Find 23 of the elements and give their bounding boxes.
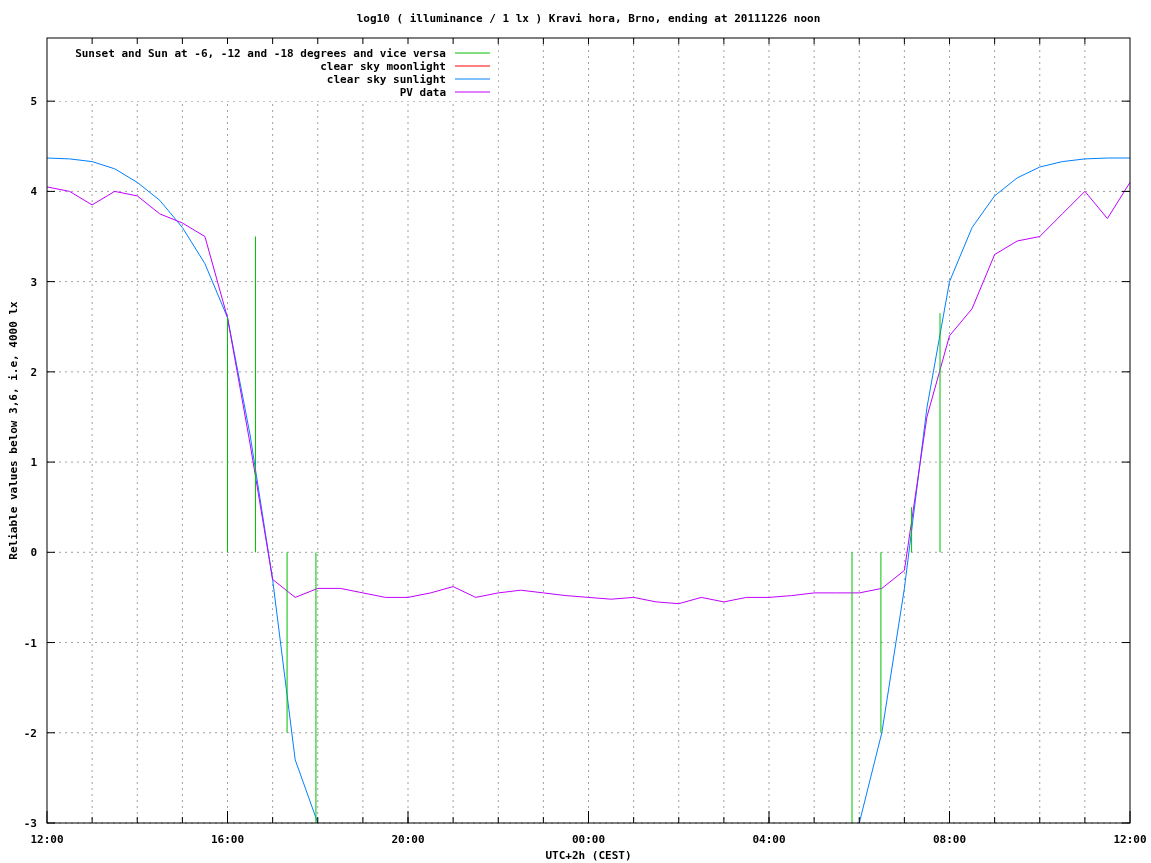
axis-tick-label: 16:00 [210, 833, 245, 846]
axis-tick-label: 12:00 [1113, 833, 1147, 846]
axis-tick-label: 0 [30, 546, 37, 560]
axis-tick-label: 08:00 [932, 833, 967, 846]
y-axis-label: Reliable values below 3,6, i.e, 4000 lx [7, 301, 20, 560]
axis-tick-label: -2 [23, 726, 37, 740]
axis-tick-label: 5 [30, 95, 37, 109]
axis-tick-label: 00:00 [571, 833, 606, 846]
axis-tick-label: 12:00 [30, 833, 64, 846]
axis-tick-label: 2 [30, 365, 37, 379]
axis-tick-label: 04:00 [752, 833, 786, 846]
legend-label: clear sky moonlight [320, 60, 446, 73]
axis-tick-label: -1 [23, 636, 37, 650]
chart-title: log10 ( illuminance / 1 lx ) Kravi hora, Brno, ending at 20111226 noon [356, 12, 821, 25]
axis-tick-label: 3 [30, 275, 37, 289]
axis-tick-label: 4 [30, 185, 37, 199]
legend-label: Sunset and Sun at -6, -12 and -18 degrees and vice versa [75, 47, 446, 60]
legend-label: clear sky sunlight [326, 73, 446, 86]
x-axis-label: UTC+2h (CEST) [545, 849, 632, 862]
legend-label: PV data [399, 86, 446, 99]
axis-tick-label: 1 [30, 456, 37, 470]
axis-tick-label: 20:00 [391, 833, 425, 846]
axis-tick-label: -3 [23, 817, 37, 830]
